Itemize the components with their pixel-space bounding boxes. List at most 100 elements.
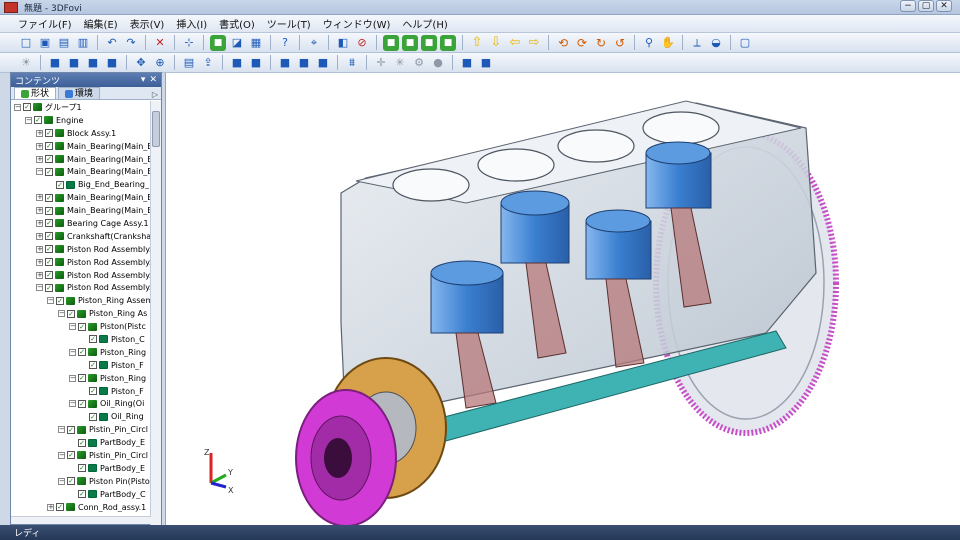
expand-icon[interactable]: +: [36, 232, 43, 240]
close-button[interactable]: ✕: [936, 0, 952, 12]
zoom-icon[interactable]: ⚲: [641, 35, 657, 51]
expand-icon[interactable]: +: [36, 245, 43, 253]
tree-node[interactable]: − ✓ Pistin_Pin_Circl: [11, 449, 151, 462]
align-icon[interactable]: ▤: [181, 55, 197, 71]
visibility-checkbox[interactable]: ✓: [78, 490, 86, 499]
paint-icon[interactable]: ◪: [229, 35, 245, 51]
tree-node[interactable]: ✓ PartBody_C: [11, 488, 151, 501]
tree-node[interactable]: − ✓ Piston_Ring: [11, 346, 151, 359]
green-box-a-icon[interactable]: ■: [383, 34, 399, 51]
tree-node[interactable]: − ✓ Piston_Ring: [11, 372, 151, 385]
move-icon[interactable]: ✥: [133, 55, 149, 71]
visibility-checkbox[interactable]: ✓: [45, 271, 53, 280]
sphere-icon[interactable]: ●: [430, 55, 446, 71]
visibility-checkbox[interactable]: ✓: [67, 451, 75, 460]
3d-viewport[interactable]: Z Y X: [165, 73, 960, 525]
light-icon[interactable]: ☀: [18, 55, 34, 71]
undo-icon[interactable]: ↶: [104, 35, 120, 51]
rotate-a-icon[interactable]: ⟲: [555, 35, 571, 51]
tool-c-icon[interactable]: ■: [315, 55, 331, 71]
arrow-up-icon[interactable]: ⇧: [469, 35, 485, 51]
expand-icon[interactable]: +: [36, 194, 43, 202]
visibility-checkbox[interactable]: ✓: [78, 464, 86, 473]
menu-file[interactable]: ファイル(F): [18, 16, 72, 31]
expand-icon[interactable]: +: [36, 219, 43, 227]
menu-window[interactable]: ウィンドウ(W): [323, 16, 391, 31]
tree-node[interactable]: − ✓ Piston_Ring Assem: [11, 294, 151, 307]
screenshot-icon[interactable]: ▦: [248, 35, 264, 51]
move-cross-icon[interactable]: ✛: [373, 55, 389, 71]
rotate-d-icon[interactable]: ↺: [612, 35, 628, 51]
visibility-checkbox[interactable]: ✓: [45, 129, 53, 138]
open-icon[interactable]: ▣: [37, 35, 53, 51]
collapse-icon[interactable]: −: [25, 116, 32, 124]
layer-b-icon[interactable]: ■: [66, 55, 82, 71]
tool-a-icon[interactable]: ■: [277, 55, 293, 71]
tree-node[interactable]: + ✓ Main_Bearing(Main_B: [11, 153, 151, 166]
visibility-checkbox[interactable]: ✓: [78, 322, 86, 331]
tree-node[interactable]: + ✓ Piston Rod Assembly.1: [11, 243, 151, 256]
collapse-icon[interactable]: −: [58, 310, 65, 318]
explode-icon[interactable]: ✳: [392, 55, 408, 71]
fullscreen-icon[interactable]: ▢: [737, 35, 753, 51]
tree-node[interactable]: ✓ Piston_C: [11, 333, 151, 346]
print-icon[interactable]: ▥: [75, 35, 91, 51]
expand-icon[interactable]: +: [36, 129, 43, 137]
scroll-thumb[interactable]: [152, 111, 160, 147]
menu-view[interactable]: 表示(V): [130, 16, 165, 31]
grid-a-icon[interactable]: ■: [229, 55, 245, 71]
visibility-checkbox[interactable]: ✓: [89, 412, 97, 421]
tree-node[interactable]: + ✓ Main_Bearing(Main_B: [11, 204, 151, 217]
help-icon[interactable]: ?: [277, 35, 293, 51]
visibility-checkbox[interactable]: ✓: [45, 193, 53, 202]
visibility-checkbox[interactable]: ✓: [67, 309, 75, 318]
measure-icon[interactable]: ⟂: [689, 35, 705, 51]
tree-node[interactable]: − ✓ Piston Pin(Pisto: [11, 475, 151, 488]
rotate-b-icon[interactable]: ⟳: [574, 35, 590, 51]
visibility-checkbox[interactable]: ✓: [67, 477, 75, 486]
visibility-checkbox[interactable]: ✓: [45, 232, 53, 241]
visibility-checkbox[interactable]: ✓: [45, 283, 53, 292]
expand-icon[interactable]: +: [36, 142, 43, 150]
tree-node[interactable]: + ✓ Bearing Cage Assy.1: [11, 217, 151, 230]
green-box-d-icon[interactable]: ■: [440, 34, 456, 51]
pan-icon[interactable]: ✋: [660, 35, 676, 51]
visibility-checkbox[interactable]: ✓: [45, 206, 53, 215]
collapse-icon[interactable]: −: [58, 477, 65, 485]
collapse-icon[interactable]: −: [14, 103, 21, 111]
menu-insert[interactable]: 挿入(I): [176, 16, 207, 31]
collapse-icon[interactable]: −: [69, 323, 76, 331]
panel-pin-button[interactable]: ▾: [141, 75, 146, 85]
visibility-checkbox[interactable]: ✓: [78, 374, 86, 383]
tree-node[interactable]: − ✓ Oil_Ring(Oi: [11, 397, 151, 410]
expand-icon[interactable]: +: [36, 207, 43, 215]
visibility-checkbox[interactable]: ✓: [56, 180, 64, 189]
tab-environment[interactable]: 環境: [58, 87, 101, 99]
minimize-button[interactable]: −: [900, 0, 916, 12]
tree-node[interactable]: − ✓ Engine: [11, 114, 151, 127]
collapse-icon[interactable]: −: [58, 426, 65, 434]
arrow-right-icon[interactable]: ⇨: [526, 35, 542, 51]
visibility-checkbox[interactable]: ✓: [89, 361, 97, 370]
collapse-icon[interactable]: −: [58, 451, 65, 459]
section-icon[interactable]: ◒: [708, 35, 724, 51]
collapse-icon[interactable]: −: [36, 284, 43, 292]
panel-close-button[interactable]: ✕: [149, 75, 157, 85]
green-box-b-icon[interactable]: ■: [402, 34, 418, 51]
expand-icon[interactable]: +: [36, 155, 43, 163]
redo-icon[interactable]: ↷: [123, 35, 139, 51]
view-b-icon[interactable]: ■: [478, 55, 494, 71]
visibility-checkbox[interactable]: ✓: [56, 503, 64, 512]
tree-horizontal-scrollbar[interactable]: [11, 516, 151, 524]
tree-node[interactable]: ✓ Oil_Ring: [11, 410, 151, 423]
delete-icon[interactable]: ✕: [152, 35, 168, 51]
tree-node[interactable]: ✓ PartBody_E: [11, 436, 151, 449]
visibility-checkbox[interactable]: ✓: [45, 245, 53, 254]
grid-b-icon[interactable]: ■: [248, 55, 264, 71]
tree-node[interactable]: + ✓ Main_Bearing(Main_B: [11, 140, 151, 153]
menu-edit[interactable]: 編集(E): [84, 16, 118, 31]
tree-node[interactable]: − ✓ Piston(Pistc: [11, 320, 151, 333]
collapse-icon[interactable]: −: [69, 374, 76, 382]
collapse-icon[interactable]: −: [69, 400, 76, 408]
visibility-checkbox[interactable]: ✓: [78, 348, 86, 357]
